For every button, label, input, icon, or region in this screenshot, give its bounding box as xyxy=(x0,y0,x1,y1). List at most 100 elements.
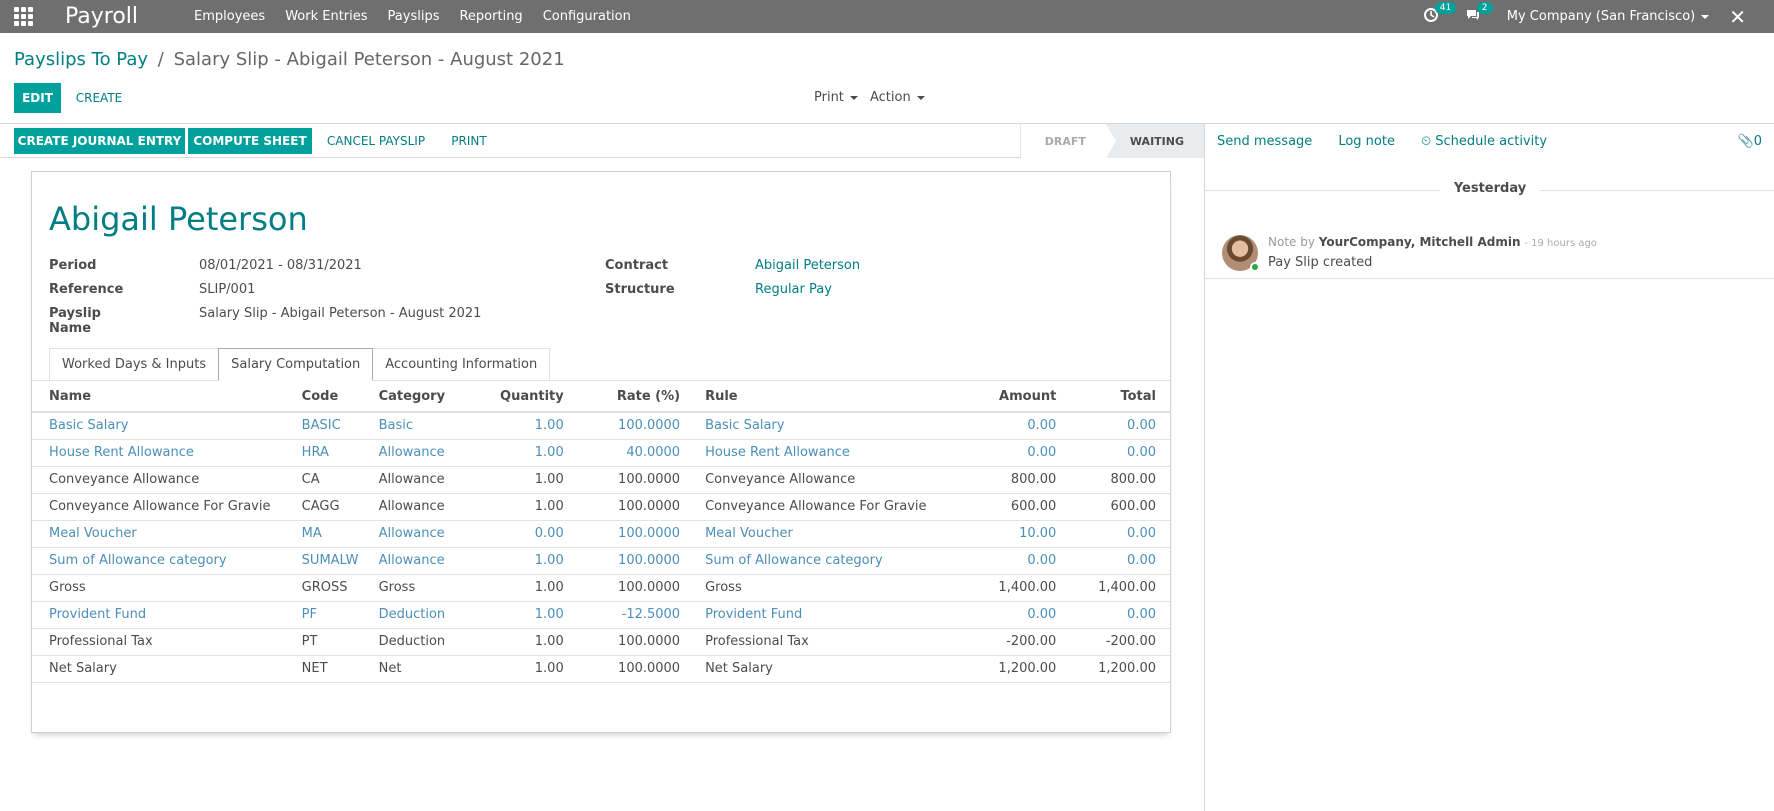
print-dropdown[interactable]: Print xyxy=(814,90,858,105)
cell-name: Professional Tax xyxy=(32,628,285,656)
attachment-count: 0 xyxy=(1753,134,1762,149)
structure-link[interactable]: Regular Pay xyxy=(755,282,832,297)
table-row[interactable]: Net Salary NET Net 1.00 100.0000 Net Salary 1,… xyxy=(32,655,1170,683)
cell-category: Allowance xyxy=(361,547,481,575)
cell-amount: 1,400.00 xyxy=(926,574,1065,602)
menu-work-entries[interactable]: Work Entries xyxy=(285,9,367,24)
cell-rate: 100.0000 xyxy=(571,547,689,575)
contract-label: Contract xyxy=(605,258,669,273)
table-row[interactable]: Sum of Allowance category SUMALW Allowance… xyxy=(32,547,1170,575)
cell-total: -200.00 xyxy=(1064,628,1170,656)
structure-label: Structure xyxy=(605,282,675,297)
cell-quantity: 1.00 xyxy=(480,601,572,629)
column-header-name[interactable]: Name xyxy=(32,381,285,413)
table-row[interactable]: Provident Fund PF Deduction 1.00 -12.5000 Pro… xyxy=(32,601,1170,629)
cell-rate: 40.0000 xyxy=(571,439,689,467)
apps-menu-icon[interactable] xyxy=(12,6,34,28)
message-author[interactable]: YourCompany, Mitchell Admin xyxy=(1319,235,1521,249)
messaging-icon[interactable]: 2 xyxy=(1465,1,1493,27)
table-row[interactable]: Conveyance Allowance For Gravie CAGG Allow… xyxy=(32,493,1170,521)
column-header-quantity[interactable]: Quantity xyxy=(480,381,572,413)
tab-worked-days[interactable]: Worked Days & Inputs xyxy=(49,348,220,381)
cell-code: PF xyxy=(284,601,362,629)
tab-salary-computation[interactable]: Salary Computation xyxy=(218,348,374,381)
breadcrumb: Payslips To Pay / Salary Slip - Abigail … xyxy=(14,49,565,70)
compute-sheet-button[interactable]: COMPUTE SHEET xyxy=(188,128,312,154)
cell-quantity: 1.00 xyxy=(480,466,572,494)
cell-rate: 100.0000 xyxy=(571,655,689,683)
table-row[interactable]: Conveyance Allowance CA Allowance 1.00 100.0… xyxy=(32,466,1170,494)
column-header-category[interactable]: Category xyxy=(361,381,481,413)
cell-name: Conveyance Allowance For Gravie xyxy=(32,493,285,521)
table-row[interactable]: Professional Tax PT Deduction 1.00 100.0000 P… xyxy=(32,628,1170,656)
column-header-code[interactable]: Code xyxy=(284,381,362,413)
close-icon[interactable]: ✕ xyxy=(1729,5,1746,29)
column-header-amount[interactable]: Amount xyxy=(926,381,1065,413)
table-header-row: Name Code Category Quantity Rate (%) Rul… xyxy=(32,381,1170,413)
column-header-total[interactable]: Total xyxy=(1064,381,1170,413)
cell-total: 1,200.00 xyxy=(1064,655,1170,683)
edit-button[interactable]: EDIT xyxy=(14,83,61,113)
table-row[interactable]: House Rent Allowance HRA Allowance 1.00 40.0… xyxy=(32,439,1170,467)
cell-amount: 1,200.00 xyxy=(926,655,1065,683)
print-dropdown-label: Print xyxy=(814,90,844,105)
print-button[interactable]: PRINT xyxy=(442,128,496,154)
cell-amount: -200.00 xyxy=(926,628,1065,656)
menu-configuration[interactable]: Configuration xyxy=(543,9,631,24)
reference-value: SLIP/001 xyxy=(199,282,256,297)
breadcrumb-current: Salary Slip - Abigail Peterson - August … xyxy=(173,49,565,70)
cell-rule: Net Salary xyxy=(688,655,927,683)
menu-employees[interactable]: Employees xyxy=(194,9,265,24)
cancel-payslip-button[interactable]: CANCEL PAYSLIP xyxy=(318,128,434,154)
schedule-activity-label: Schedule activity xyxy=(1435,133,1548,149)
message-header: Note by YourCompany, Mitchell Admin - 19… xyxy=(1268,235,1597,249)
menu-reporting[interactable]: Reporting xyxy=(459,9,522,24)
action-dropdown[interactable]: Action xyxy=(870,90,925,105)
cell-code: CAGG xyxy=(284,493,362,521)
tab-accounting-information[interactable]: Accounting Information xyxy=(372,348,551,381)
log-note-button[interactable]: Log note xyxy=(1338,134,1395,149)
online-status-icon xyxy=(1250,262,1260,272)
create-button[interactable]: CREATE xyxy=(66,83,132,113)
cell-amount: 0.00 xyxy=(926,547,1065,575)
schedule-activity-button[interactable]: ⏲ Schedule activity xyxy=(1421,134,1547,149)
cell-quantity: 1.00 xyxy=(480,628,572,656)
cell-category: Net xyxy=(361,655,481,683)
send-message-button[interactable]: Send message xyxy=(1217,134,1312,149)
create-journal-entry-button[interactable]: CREATE JOURNAL ENTRY xyxy=(14,128,185,154)
column-header-rule[interactable]: Rule xyxy=(688,381,927,413)
breadcrumb-parent[interactable]: Payslips To Pay xyxy=(14,49,148,70)
reference-label: Reference xyxy=(49,282,124,297)
activity-icon[interactable]: 41 xyxy=(1423,1,1457,27)
period-value: 08/01/2021 - 08/31/2021 xyxy=(199,258,362,273)
cell-code: MA xyxy=(284,520,362,548)
cell-quantity: 0.00 xyxy=(480,520,572,548)
cell-code: SUMALW xyxy=(284,547,362,575)
attachments-button[interactable]: 📎0 xyxy=(1738,134,1762,149)
cell-category: Deduction xyxy=(361,628,481,656)
employee-name[interactable]: Abigail Peterson xyxy=(49,200,308,238)
cell-rule: Conveyance Allowance xyxy=(688,466,927,494)
app-name[interactable]: Payroll xyxy=(65,4,138,29)
column-header-rate[interactable]: Rate (%) xyxy=(571,381,689,413)
cell-rule: House Rent Allowance xyxy=(688,439,927,467)
table-row[interactable]: Meal Voucher MA Allowance 0.00 100.0000 Meal … xyxy=(32,520,1170,548)
cell-name: Sum of Allowance category xyxy=(32,547,285,575)
chatter-topbar: Send message Log note ⏲ Schedule activit… xyxy=(1205,124,1774,158)
cell-rule: Gross xyxy=(688,574,927,602)
cell-amount: 600.00 xyxy=(926,493,1065,521)
cell-name: Meal Voucher xyxy=(32,520,285,548)
company-switcher[interactable]: My Company (San Francisco) xyxy=(1507,9,1710,24)
table-row[interactable]: Gross GROSS Gross 1.00 100.0000 Gross 1,400.00… xyxy=(32,574,1170,602)
cell-rule: Basic Salary xyxy=(688,412,927,440)
table-row[interactable]: Basic Salary BASIC Basic 1.00 100.0000 Basic … xyxy=(32,412,1170,440)
form-statusbar: CREATE JOURNAL ENTRY COMPUTE SHEET CANCE… xyxy=(0,124,1204,158)
cell-total: 800.00 xyxy=(1064,466,1170,494)
action-dropdown-label: Action xyxy=(870,90,911,105)
clock-icon: ⏲ xyxy=(1420,133,1432,149)
period-label: Period xyxy=(49,258,97,273)
contract-link[interactable]: Abigail Peterson xyxy=(755,258,860,273)
cell-rate: 100.0000 xyxy=(571,628,689,656)
menu-payslips[interactable]: Payslips xyxy=(388,9,440,24)
activity-count-badge: 41 xyxy=(1434,1,1457,14)
